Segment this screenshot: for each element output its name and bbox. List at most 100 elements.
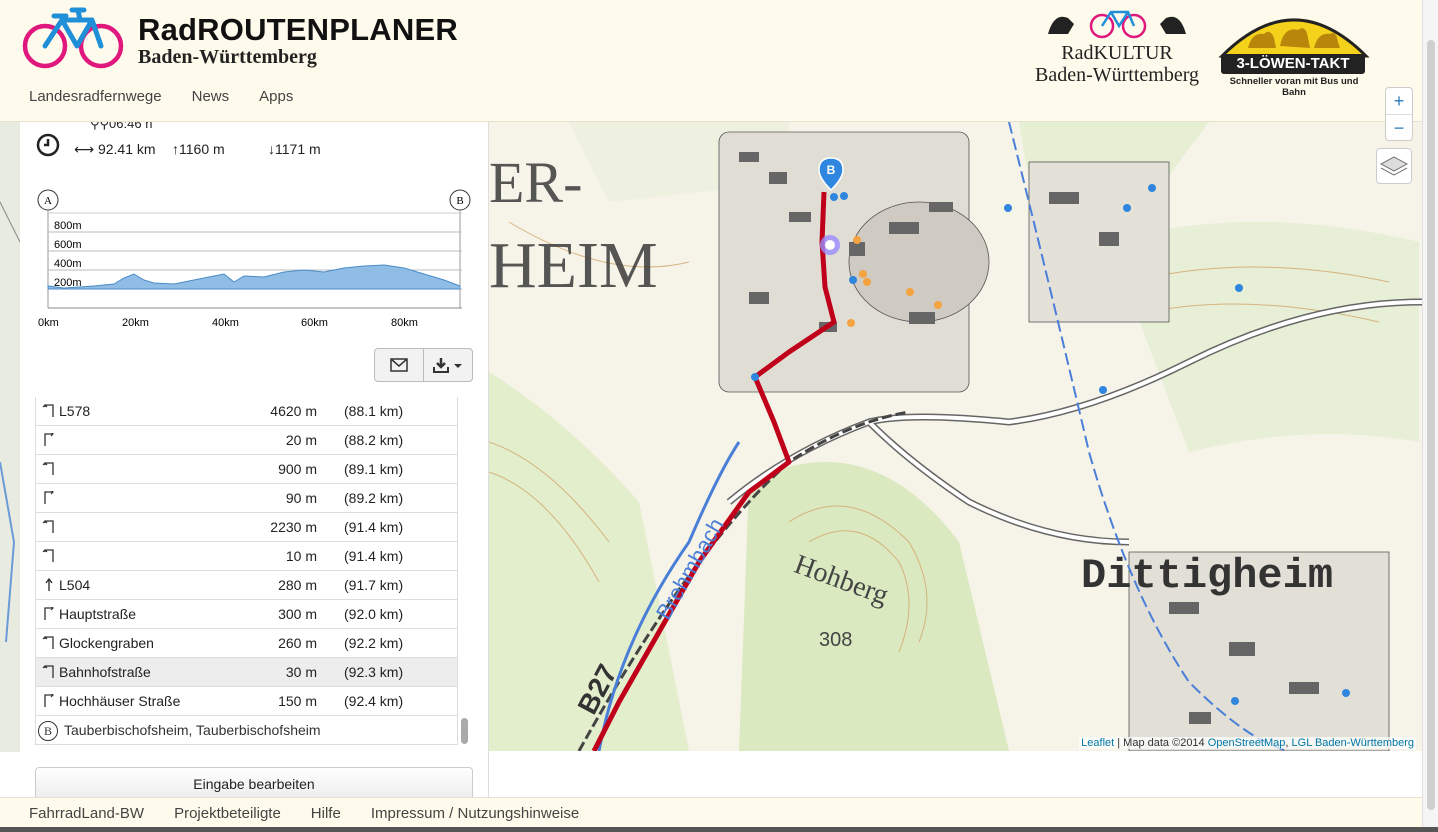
site-footer: FahrradLand-BW Projektbeteiligte Hilfe I…: [0, 797, 1422, 827]
x-tick-20: 20km: [122, 317, 149, 329]
turn-right-icon: [42, 431, 56, 447]
step-street: L578: [59, 403, 91, 419]
turn-left-icon: [42, 462, 56, 476]
step-length: 90 m: [285, 490, 317, 506]
step-row[interactable]: Hochhäuser Straße 150 m (92.4 km): [36, 687, 457, 716]
page-scrollbar-thumb[interactable]: [1427, 40, 1435, 810]
step-row[interactable]: L504 280 m (91.7 km): [36, 571, 457, 600]
step-cumulative: (91.4 km): [344, 519, 404, 535]
layers-button[interactable]: [1376, 148, 1412, 184]
brand-title: RadROUTENPLANER: [138, 12, 458, 47]
step-cumulative: (91.7 km): [344, 577, 404, 593]
email-button[interactable]: [375, 349, 423, 381]
page-scrollbar[interactable]: [1422, 0, 1438, 827]
lion-emblem-icon: [1218, 18, 1370, 58]
step-row[interactable]: 20 m (88.2 km): [36, 426, 457, 455]
map-view[interactable]: B HEIM ER- Dittigheim Hohberg 308 Brehmb…: [489, 122, 1422, 751]
arrow-down-icon: ↓: [268, 141, 275, 157]
loewen-badge: 3-LÖWEN-TAKT: [1221, 54, 1365, 74]
distance: ⟷ 92.41 km: [74, 141, 156, 158]
step-length: 30 m: [285, 664, 317, 680]
zoom-out-button[interactable]: −: [1386, 114, 1412, 140]
step-row[interactable]: Glockengraben 260 m (92.2 km): [36, 629, 457, 658]
lgl-link[interactable]: LGL Baden-Württemberg: [1292, 737, 1414, 749]
radkultur-title: RadKULTUR: [1061, 42, 1173, 64]
nav-news[interactable]: News: [192, 88, 230, 105]
step-length: 10 m: [285, 548, 317, 564]
nav-apps[interactable]: Apps: [259, 88, 293, 105]
step-length: 20 m: [285, 432, 317, 448]
radkultur-logo[interactable]: RadKULTUR Baden-Württemberg: [1026, 4, 1208, 90]
step-length: 2230 m: [270, 519, 317, 535]
osm-link[interactable]: OpenStreetMap: [1208, 737, 1286, 749]
ascent-value: 1160 m: [179, 141, 225, 157]
step-row[interactable]: Bahnhofstraße 30 m (92.3 km): [36, 658, 457, 687]
topographic-map: B HEIM ER- Dittigheim Hohberg 308 Brehmb…: [489, 122, 1422, 751]
y-tick-800: 800m: [54, 220, 82, 232]
turn-by-turn-list[interactable]: L578 4620 m (88.1 km) 20 m (88.2 km) 900 m (89…: [35, 397, 458, 745]
step-cumulative: (89.2 km): [344, 490, 404, 506]
map-label-heim: HEIM: [489, 229, 658, 302]
nav-landesradfernwege[interactable]: Landesradfernwege: [29, 88, 162, 105]
edit-input-button[interactable]: Eingabe bearbeiten: [35, 767, 473, 797]
attribution-text: | Map data ©2014: [1114, 737, 1208, 749]
bike-logo-icon[interactable]: [22, 6, 126, 70]
turn-right-icon: [42, 692, 56, 708]
distance-value: 92.41 km: [97, 141, 156, 157]
step-destination[interactable]: B Tauberbischofsheim, Tauberbischofsheim: [36, 716, 457, 744]
step-row[interactable]: 90 m (89.2 km): [36, 484, 457, 513]
map-edge-left: [0, 122, 20, 752]
route-summary: ⚲⚲06:46 h ⟷ 92.41 km ↑1160 m ↓1171 m: [34, 122, 464, 172]
step-cumulative: (89.1 km): [344, 461, 404, 477]
loewen-takt-logo[interactable]: 3-LÖWEN-TAKT Schneller voran mit Bus und…: [1218, 2, 1370, 98]
footer-projektbeteiligte[interactable]: Projektbeteiligte: [174, 805, 281, 822]
step-street: Hauptstraße: [59, 606, 137, 622]
step-length: 280 m: [278, 577, 317, 593]
top-navigation: Landesradfernwege News Apps: [29, 88, 293, 105]
duration: ⚲⚲06:46 h: [90, 122, 152, 132]
footer-fahrradland[interactable]: FahrradLand-BW: [29, 805, 144, 822]
footer-hilfe[interactable]: Hilfe: [311, 805, 341, 822]
map-label-dittigheim: Dittigheim: [1081, 552, 1333, 600]
destination-name: Tauberbischofsheim, Tauberbischofsheim: [64, 722, 321, 738]
turn-right-icon: [42, 489, 56, 505]
download-icon: [433, 358, 462, 373]
y-tick-400: 400m: [54, 258, 82, 270]
step-row[interactable]: Hauptstraße 300 m (92.0 km): [36, 600, 457, 629]
step-cumulative: (92.3 km): [344, 664, 404, 680]
step-length: 300 m: [278, 606, 317, 622]
map-attribution: Leaflet | Map data ©2014 OpenStreetMap, …: [1079, 737, 1416, 749]
turn-left-icon: [42, 636, 56, 650]
turn-straight-icon: [42, 577, 56, 592]
step-cumulative: (92.0 km): [344, 606, 404, 622]
zoom-in-button[interactable]: +: [1386, 88, 1412, 114]
profile-end-marker: B: [456, 195, 463, 207]
route-panel: ⚲⚲06:46 h ⟷ 92.41 km ↑1160 m ↓1171 m A B…: [20, 122, 489, 797]
list-scrollbar[interactable]: [461, 718, 468, 744]
radkultur-emblem-icon: [1048, 10, 1186, 39]
x-tick-0: 0km: [38, 317, 59, 329]
elevation-area: [47, 264, 461, 290]
footer-impressum[interactable]: Impressum / Nutzungshinweise: [371, 805, 579, 822]
elevation-profile[interactable]: A B 800m 600m 400m 200m 0km 20km 40km 60…: [34, 188, 474, 338]
step-row[interactable]: L578 4620 m (88.1 km): [36, 397, 457, 426]
destination-marker: B: [38, 721, 58, 741]
turn-left-icon: [42, 404, 56, 418]
x-tick-40: 40km: [212, 317, 239, 329]
step-street: Glockengraben: [59, 635, 154, 651]
step-length: 150 m: [278, 693, 317, 709]
step-cumulative: (88.1 km): [344, 403, 404, 419]
step-row[interactable]: 10 m (91.4 km): [36, 542, 457, 571]
step-row[interactable]: 900 m (89.1 km): [36, 455, 457, 484]
step-row[interactable]: 2230 m (91.4 km): [36, 513, 457, 542]
step-street: Bahnhofstraße: [59, 664, 151, 680]
loewen-slogan: Schneller voran mit Bus und Bahn: [1229, 76, 1359, 98]
ascent: ↑1160 m: [172, 141, 225, 157]
arrow-up-icon: ↑: [172, 141, 179, 157]
radkultur-subtitle: Baden-Württemberg: [1034, 64, 1199, 86]
leaflet-link[interactable]: Leaflet: [1081, 737, 1114, 749]
map-label-308: 308: [819, 629, 852, 651]
step-length: 900 m: [278, 461, 317, 477]
step-length: 260 m: [278, 635, 317, 651]
download-dropdown-button[interactable]: [423, 349, 472, 381]
